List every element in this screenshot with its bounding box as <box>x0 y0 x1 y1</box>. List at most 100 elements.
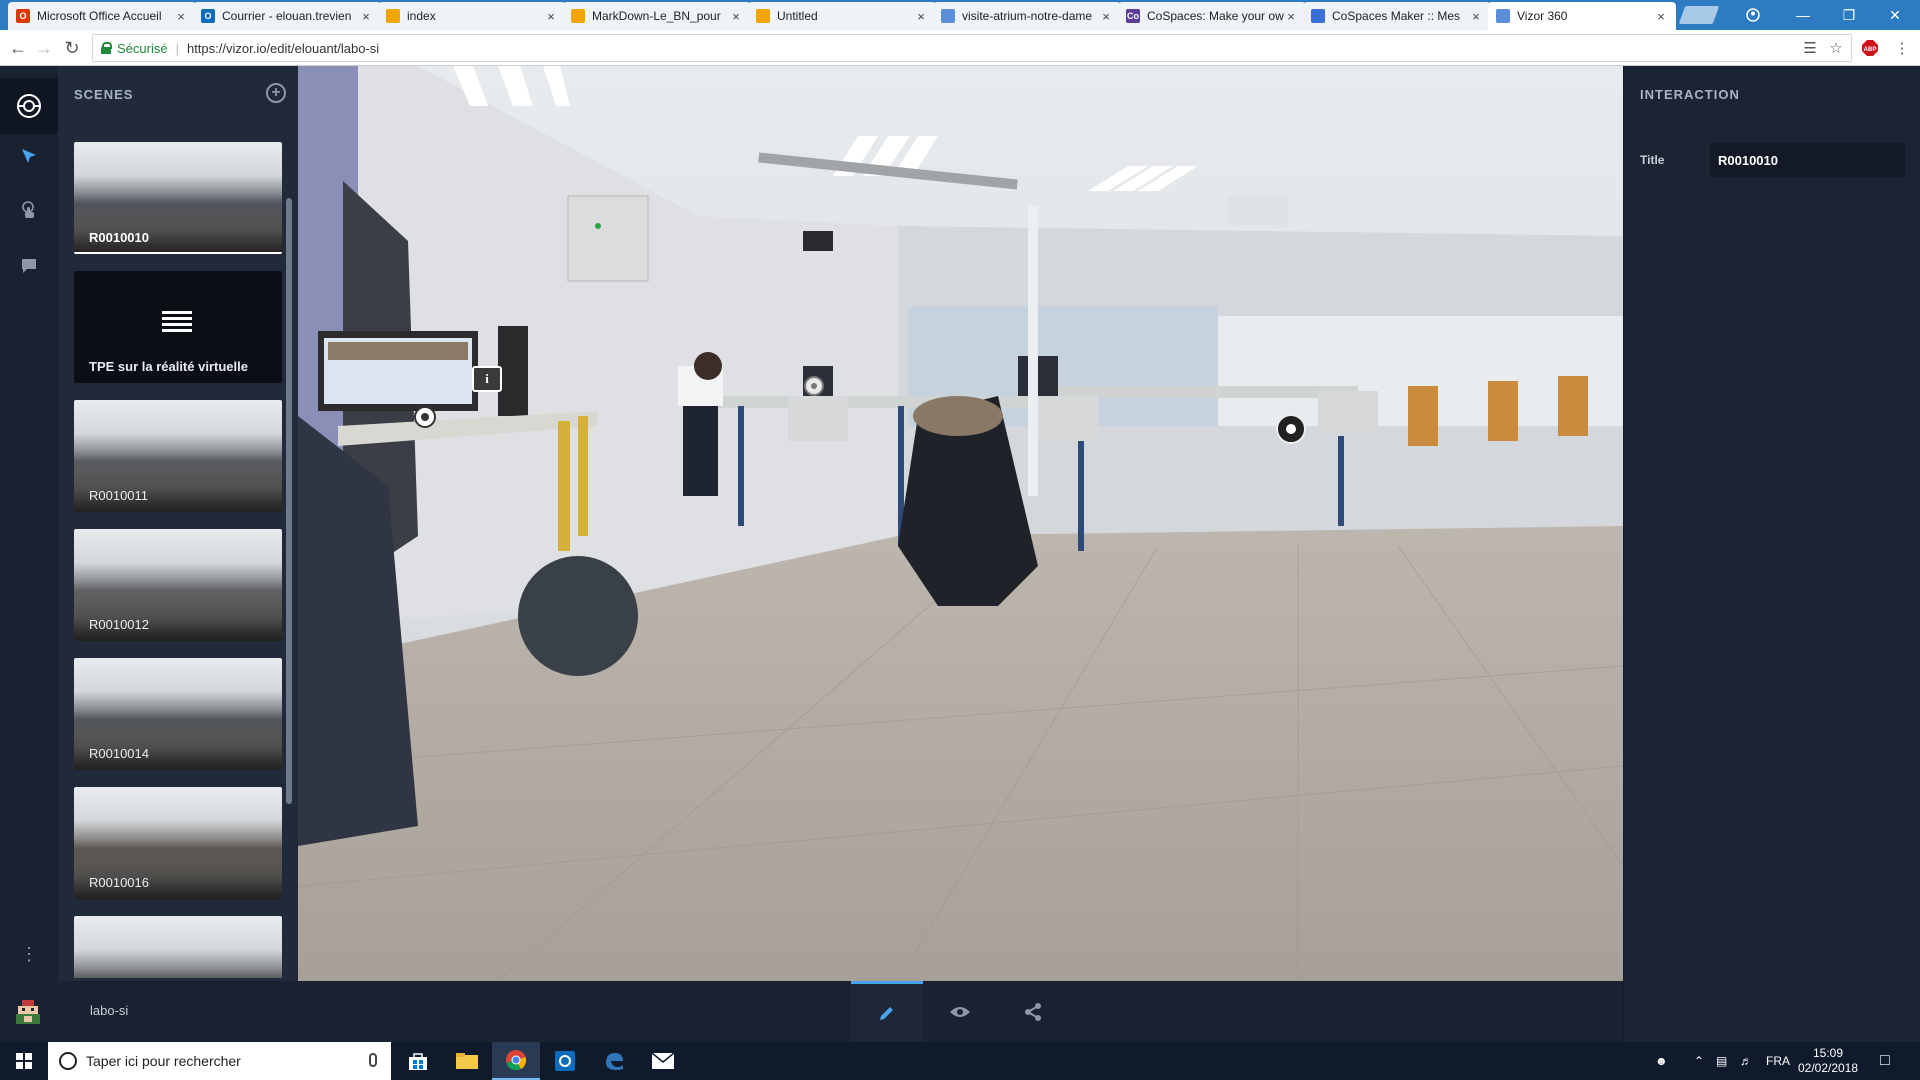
gaze-touch-icon[interactable] <box>13 194 45 226</box>
pencil-icon <box>880 1007 893 1020</box>
microphone-icon[interactable] <box>369 1053 377 1067</box>
url-text[interactable]: https://vizor.io/edit/elouant/labo-si <box>187 41 379 56</box>
inspector-header: INTERACTION <box>1640 86 1740 102</box>
scene-card[interactable]: R0010016 <box>74 787 282 899</box>
tray-chevron-icon[interactable]: ⌃ <box>1694 1042 1704 1080</box>
cortana-icon <box>59 1052 77 1070</box>
profile-icon[interactable] <box>1730 0 1776 30</box>
project-name: labo-si <box>90 1003 129 1018</box>
more-options-icon[interactable]: ⋮ <box>13 938 45 970</box>
forward-button[interactable]: → <box>32 36 56 60</box>
volume-icon[interactable]: ♬ <box>1740 1042 1752 1080</box>
tab-close-icon[interactable]: × <box>914 9 928 24</box>
thumbnail-shade <box>74 968 282 978</box>
info-hotspot-icon[interactable]: i <box>472 366 502 392</box>
adblock-extension-icon[interactable]: ABP <box>1860 39 1880 57</box>
scene-card[interactable] <box>74 916 282 978</box>
lock-icon <box>101 42 112 54</box>
new-tab-button[interactable] <box>1678 6 1720 24</box>
scene-card[interactable]: R0010012 <box>74 529 282 641</box>
taskbar-search-input[interactable]: Taper ici pour rechercher <box>48 1042 391 1080</box>
browser-tab[interactable]: Untitled × <box>748 2 936 30</box>
browser-tab[interactable]: Vizor 360 × <box>1488 2 1676 30</box>
scenes-scrollbar[interactable] <box>286 198 292 804</box>
title-input[interactable] <box>1710 143 1905 177</box>
edge-icon[interactable] <box>590 1042 638 1080</box>
browser-tab[interactable]: O Microsoft Office Accueil × <box>8 2 196 30</box>
svg-text:ABP: ABP <box>1864 47 1877 53</box>
notifications-icon[interactable]: □ <box>1880 1042 1890 1080</box>
back-button[interactable]: ← <box>6 36 30 60</box>
mail-icon[interactable] <box>639 1042 687 1080</box>
select-pointer-icon[interactable] <box>13 140 45 172</box>
tab-close-icon[interactable]: × <box>359 9 373 24</box>
tab-favicon-icon <box>571 9 585 23</box>
clock[interactable]: 15:09 02/02/2018 <box>1788 1046 1868 1076</box>
avatar[interactable] <box>14 998 42 1026</box>
share-button[interactable] <box>997 981 1069 1042</box>
browser-menu-icon[interactable]: ⋮ <box>1892 39 1912 57</box>
scene-card[interactable]: TPE sur la réalité virtuelle <box>74 271 282 383</box>
comment-icon[interactable] <box>13 250 45 282</box>
browser-tab[interactable]: CoSpaces Maker :: Mes × <box>1303 2 1491 30</box>
reload-button[interactable]: ↻ <box>60 36 84 60</box>
url-bar[interactable]: Sécurisé | https://vizor.io/edit/elouant… <box>92 34 1852 62</box>
people-icon[interactable]: ☻ <box>1655 1042 1668 1080</box>
tab-close-icon[interactable]: × <box>1654 9 1668 24</box>
minimize-button[interactable]: — <box>1780 0 1826 30</box>
file-explorer-icon[interactable] <box>443 1042 491 1080</box>
windows-start-icon[interactable] <box>0 1042 48 1080</box>
vizor-editor: ⋮ SCENES + R0010010 TPE sur la réalité vi… <box>0 66 1920 1042</box>
tab-close-icon[interactable]: × <box>1284 9 1298 24</box>
scene-card[interactable]: R0010010 <box>74 142 282 254</box>
title-label: Title <box>1640 153 1665 167</box>
browser-tab[interactable]: MarkDown-Le_BN_pour × <box>563 2 751 30</box>
windows-taskbar: Taper ici pour rechercher ☻ ⌃ ▤ ♬ FRA 15… <box>0 1042 1920 1080</box>
preview-mode-button[interactable] <box>924 981 996 1042</box>
browser-tab[interactable]: index × <box>378 2 566 30</box>
tab-title: Vizor 360 <box>1517 9 1568 23</box>
thumbnail-shade <box>74 710 282 770</box>
panorama-image <box>298 66 1623 981</box>
link-hotspot[interactable] <box>1276 414 1306 444</box>
outlook-icon[interactable] <box>541 1042 589 1080</box>
browser-tab[interactable]: Co CoSpaces: Make your own × <box>1118 2 1306 30</box>
scene-card[interactable]: R0010014 <box>74 658 282 770</box>
browser-tab[interactable]: O Courrier - elouan.trevien × <box>193 2 381 30</box>
store-icon[interactable] <box>394 1042 442 1080</box>
edit-mode-button[interactable] <box>851 981 923 1042</box>
scene-card[interactable]: R0010011 <box>74 400 282 512</box>
add-scene-icon[interactable]: + <box>266 83 286 103</box>
tab-close-icon[interactable]: × <box>174 9 188 24</box>
maximize-button[interactable]: ❐ <box>1826 0 1872 30</box>
tab-favicon-icon <box>756 9 770 23</box>
close-window-button[interactable]: ✕ <box>1872 0 1918 30</box>
tab-close-icon[interactable]: × <box>729 9 743 24</box>
link-hotspot[interactable] <box>804 376 824 396</box>
language-indicator[interactable]: FRA <box>1766 1042 1790 1080</box>
link-hotspot[interactable] <box>414 406 436 428</box>
thumbnail-shade <box>74 452 282 512</box>
vizor-logo-icon[interactable] <box>0 78 58 134</box>
tab-close-icon[interactable]: × <box>1099 9 1113 24</box>
url-separator: | <box>175 40 179 56</box>
tab-favicon-icon <box>941 9 955 23</box>
bookmark-star-icon[interactable]: ☆ <box>1826 39 1846 57</box>
browser-tab[interactable]: visite-atrium-notre-dame × <box>933 2 1121 30</box>
translate-icon[interactable]: ☰ <box>1800 39 1820 57</box>
tab-title: visite-atrium-notre-dame <box>962 9 1093 23</box>
chrome-icon[interactable] <box>492 1042 540 1080</box>
network-icon[interactable]: ▤ <box>1716 1042 1727 1080</box>
title-field-row: Title <box>1640 142 1905 178</box>
clock-date: 02/02/2018 <box>1797 1061 1859 1075</box>
scene-label: R0010014 <box>89 746 149 761</box>
tab-title: Untitled <box>777 9 818 23</box>
text-scene-icon <box>162 311 192 335</box>
tab-favicon-icon: O <box>16 9 30 23</box>
secure-label: Sécurisé <box>117 40 168 56</box>
panorama-viewport[interactable]: i <box>298 66 1623 981</box>
tab-close-icon[interactable]: × <box>544 9 558 24</box>
tab-favicon-icon: O <box>201 9 215 23</box>
tab-title: Courrier - elouan.trevien <box>222 9 352 23</box>
tab-close-icon[interactable]: × <box>1469 9 1483 24</box>
